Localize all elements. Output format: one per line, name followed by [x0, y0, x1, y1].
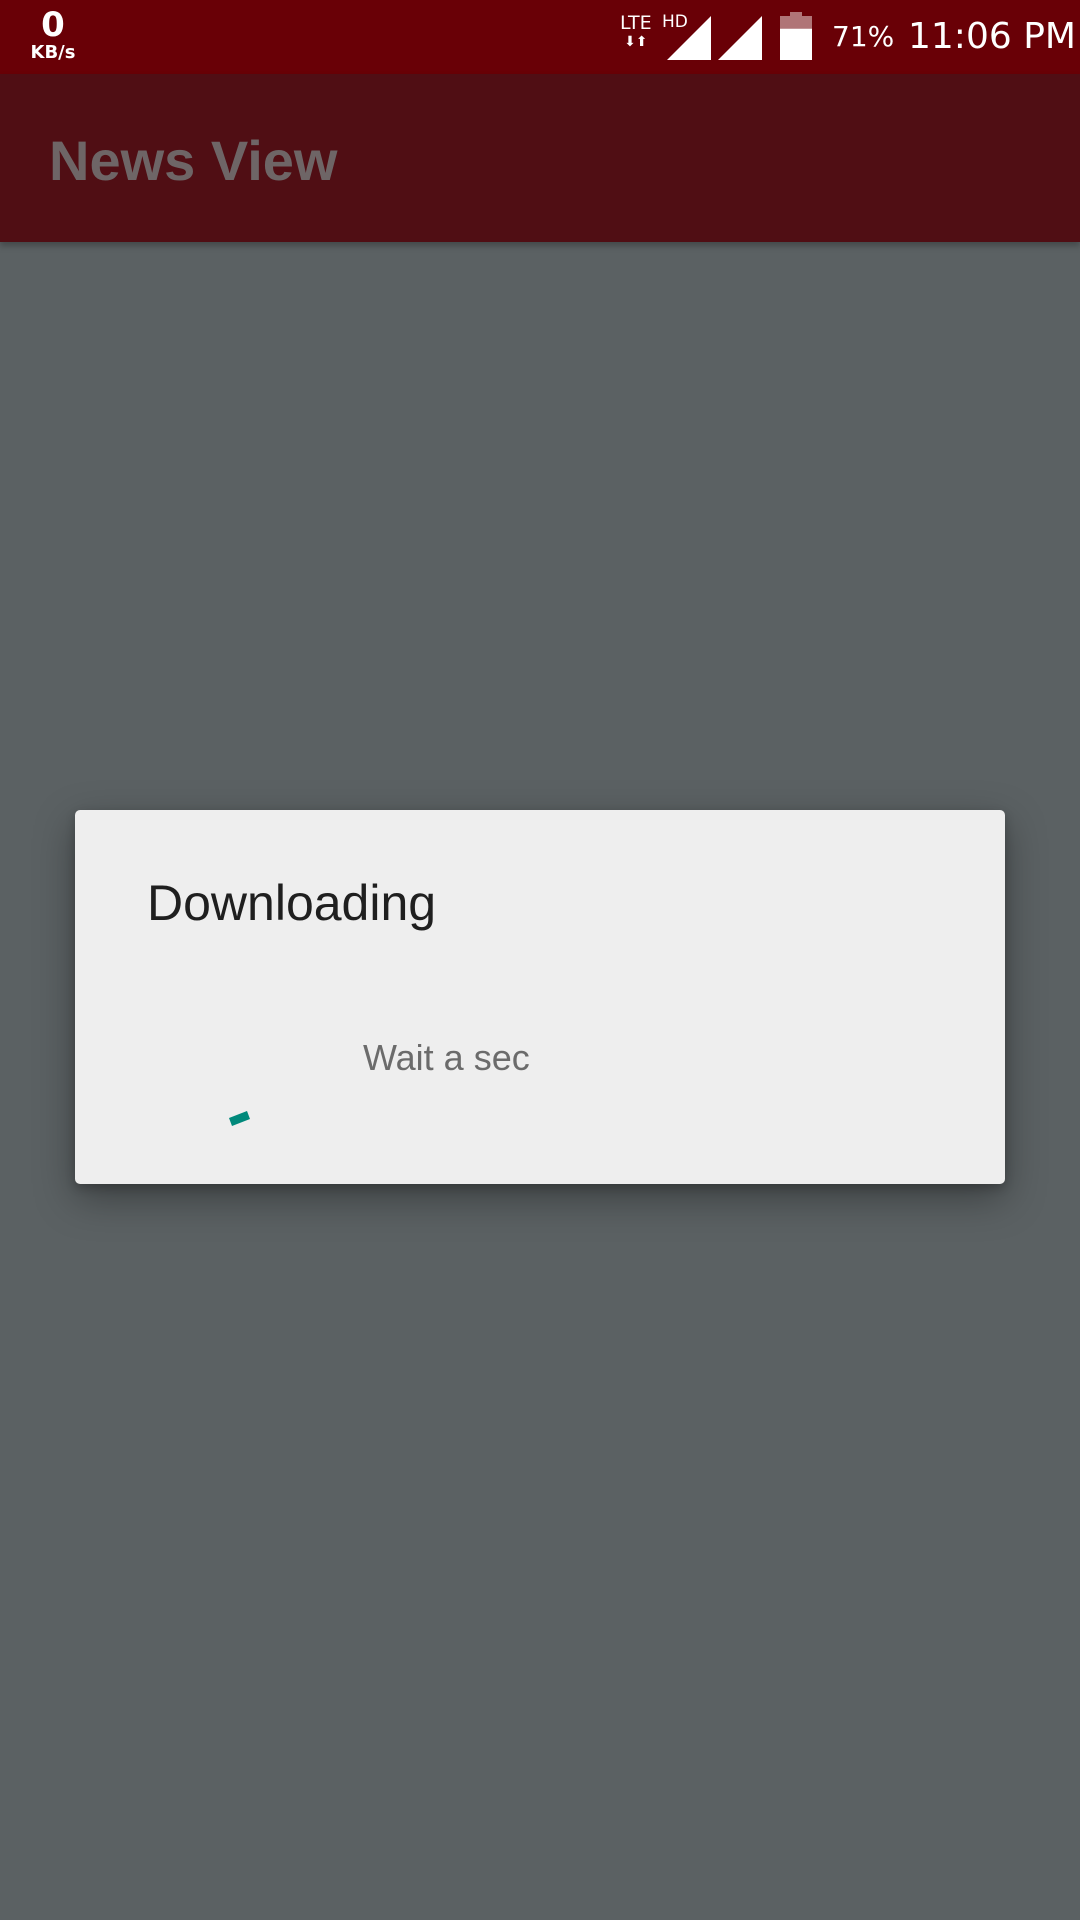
dialog-title: Downloading [147, 875, 437, 931]
lte-indicator: LTE ⬇⬆ [620, 12, 652, 50]
network-speed-unit: KB/s [30, 42, 76, 63]
app-bar: News View [0, 74, 1080, 242]
network-speed-indicator: 0 KB/s [26, 8, 80, 62]
dialog-message: Wait a sec [363, 1037, 530, 1078]
progress-dialog: Downloading Wait a sec [75, 810, 1005, 1184]
battery-icon [780, 12, 812, 60]
battery-percentage: 71% [832, 20, 895, 53]
signal-strength-icon-sim2 [718, 16, 762, 60]
data-activity-icon: ⬇⬆ [624, 34, 648, 50]
status-bar: 0 KB/s LTE ⬇⬆ HD 71% 11:06 PM [0, 0, 1080, 74]
signal-strength-icon [667, 16, 711, 60]
app-title: News View [49, 129, 338, 192]
network-type-label: LTE [620, 12, 652, 34]
network-speed-value: 0 [41, 5, 65, 45]
loading-spinner-icon [229, 1111, 250, 1126]
status-clock: 11:06 PM [908, 16, 1076, 57]
